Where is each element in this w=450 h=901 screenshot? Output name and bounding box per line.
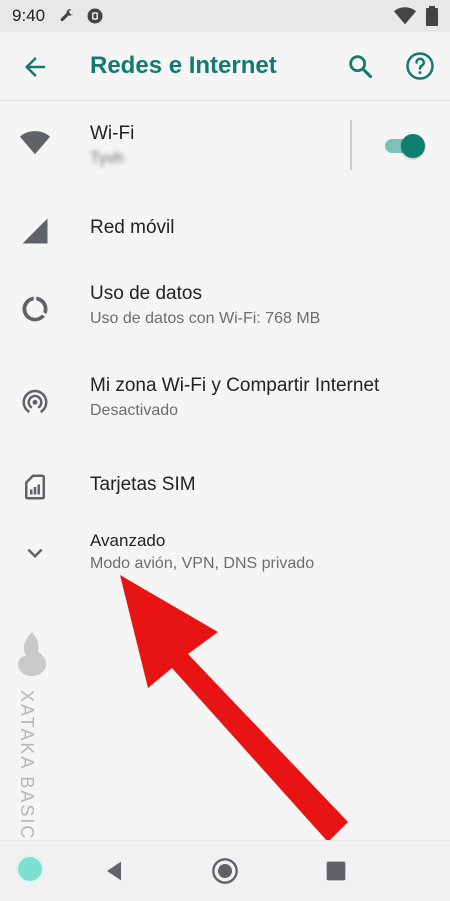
wifi-icon xyxy=(394,6,416,31)
cellular-signal-icon xyxy=(20,216,50,246)
hotspot-title: Mi zona Wi-Fi y Compartir Internet xyxy=(90,375,380,396)
status-right-icons xyxy=(394,6,438,31)
wrench-icon xyxy=(58,7,76,30)
home-circle-icon xyxy=(212,858,238,884)
wifi-title: Wi-Fi xyxy=(90,123,135,144)
divider xyxy=(350,120,352,170)
wifi-subtitle: Tyvh xyxy=(90,150,124,167)
assistant-dot[interactable] xyxy=(16,855,44,883)
list-item-data-usage[interactable]: Uso de datos Uso de datos con Wi-Fi: 768… xyxy=(0,268,450,360)
search-icon xyxy=(349,55,373,79)
nav-back-button[interactable] xyxy=(100,857,128,885)
page-title: Redes e Internet xyxy=(90,52,277,79)
toggle-thumb xyxy=(401,134,425,158)
list-item-wifi[interactable]: Wi-Fi Tyvh xyxy=(0,100,450,192)
watermark-text: XATAKA BASICS xyxy=(17,690,37,855)
recents-square-icon xyxy=(326,861,346,881)
nav-recents-button[interactable] xyxy=(322,857,350,885)
hotspot-subtitle: Desactivado xyxy=(90,402,179,419)
hotspot-icon xyxy=(20,386,50,416)
mobile-network-title: Red móvil xyxy=(90,217,175,238)
wifi-icon xyxy=(20,130,50,160)
data-usage-icon xyxy=(20,294,50,324)
navigation-bar xyxy=(0,840,450,901)
triangle-back-icon xyxy=(107,861,121,881)
wifi-toggle[interactable] xyxy=(385,133,425,159)
advanced-subtitle: Modo avión, VPN, DNS privado xyxy=(90,555,315,572)
list-item-hotspot[interactable]: Mi zona Wi-Fi y Compartir Internet Desac… xyxy=(0,360,450,452)
help-button[interactable] xyxy=(405,51,435,81)
status-time: 9:40 xyxy=(12,6,46,25)
status-bar: 9:40 xyxy=(0,0,450,32)
data-usage-subtitle: Uso de datos con Wi-Fi: 768 MB xyxy=(90,310,321,327)
help-icon xyxy=(406,52,434,80)
list-item-advanced[interactable]: Avanzado Modo avión, VPN, DNS privado xyxy=(0,528,450,604)
shield-icon xyxy=(86,7,104,30)
list-item-sim-cards[interactable]: Tarjetas SIM xyxy=(0,452,450,528)
status-left-icons xyxy=(58,7,104,30)
back-button[interactable] xyxy=(20,52,50,82)
xataka-logo-icon xyxy=(18,632,46,676)
chevron-down-icon xyxy=(20,538,50,568)
battery-icon xyxy=(426,6,438,31)
data-usage-title: Uso de datos xyxy=(90,283,202,304)
sim-card-icon xyxy=(20,472,50,502)
list-item-mobile-network[interactable]: Red móvil xyxy=(0,192,450,268)
advanced-title: Avanzado xyxy=(90,531,166,550)
arrow-left-icon xyxy=(25,57,45,77)
app-bar: Redes e Internet xyxy=(0,32,450,101)
search-button[interactable] xyxy=(346,52,374,80)
nav-home-button[interactable] xyxy=(211,857,239,885)
sim-cards-title: Tarjetas SIM xyxy=(90,474,196,495)
